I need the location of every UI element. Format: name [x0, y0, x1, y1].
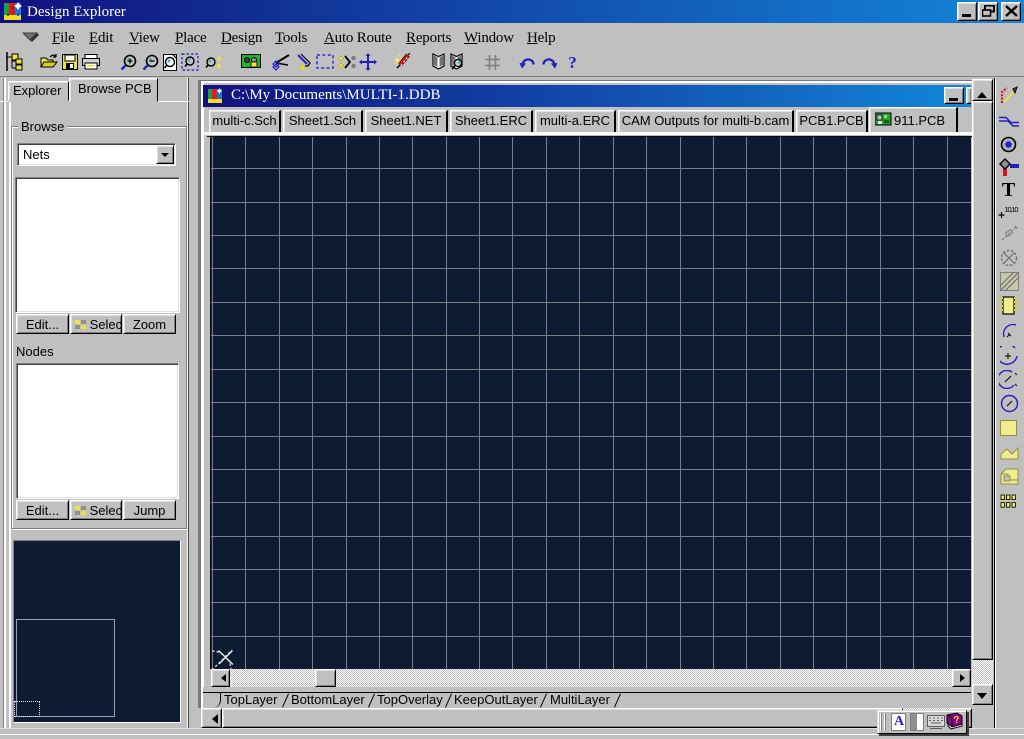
- svg-text:T: T: [1002, 181, 1016, 198]
- svg-text:10,10: 10,10: [1005, 205, 1019, 214]
- svg-text:?: ?: [568, 54, 577, 71]
